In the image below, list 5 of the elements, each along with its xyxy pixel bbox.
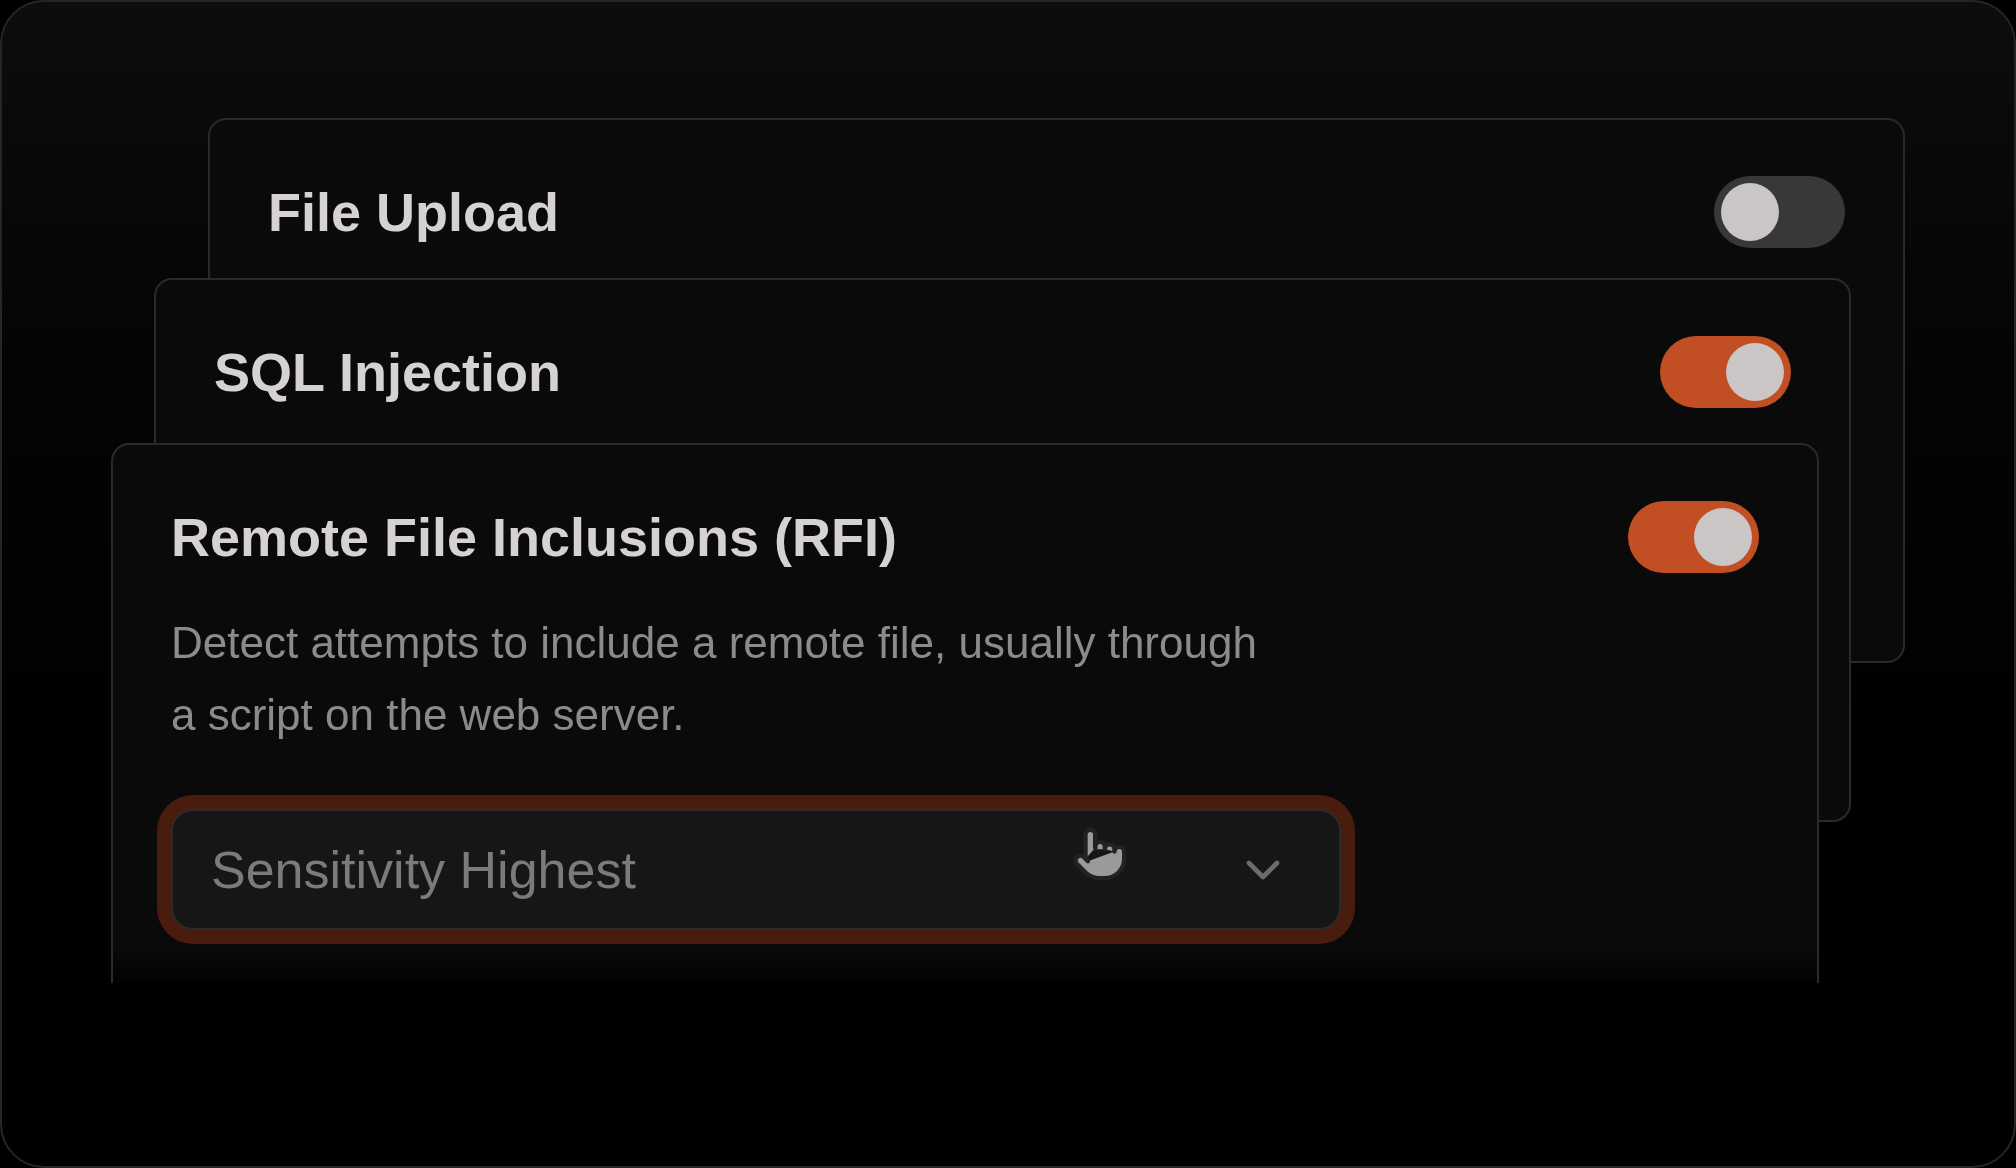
card-title: Remote File Inclusions (RFI): [171, 506, 898, 569]
card-title: SQL Injection: [214, 341, 562, 404]
card-description: Detect attempts to include a remote file, usually through a script on the web server.: [171, 617, 1258, 741]
hand-pointer-icon: [1071, 825, 1129, 883]
card-title: File Upload: [268, 181, 559, 244]
